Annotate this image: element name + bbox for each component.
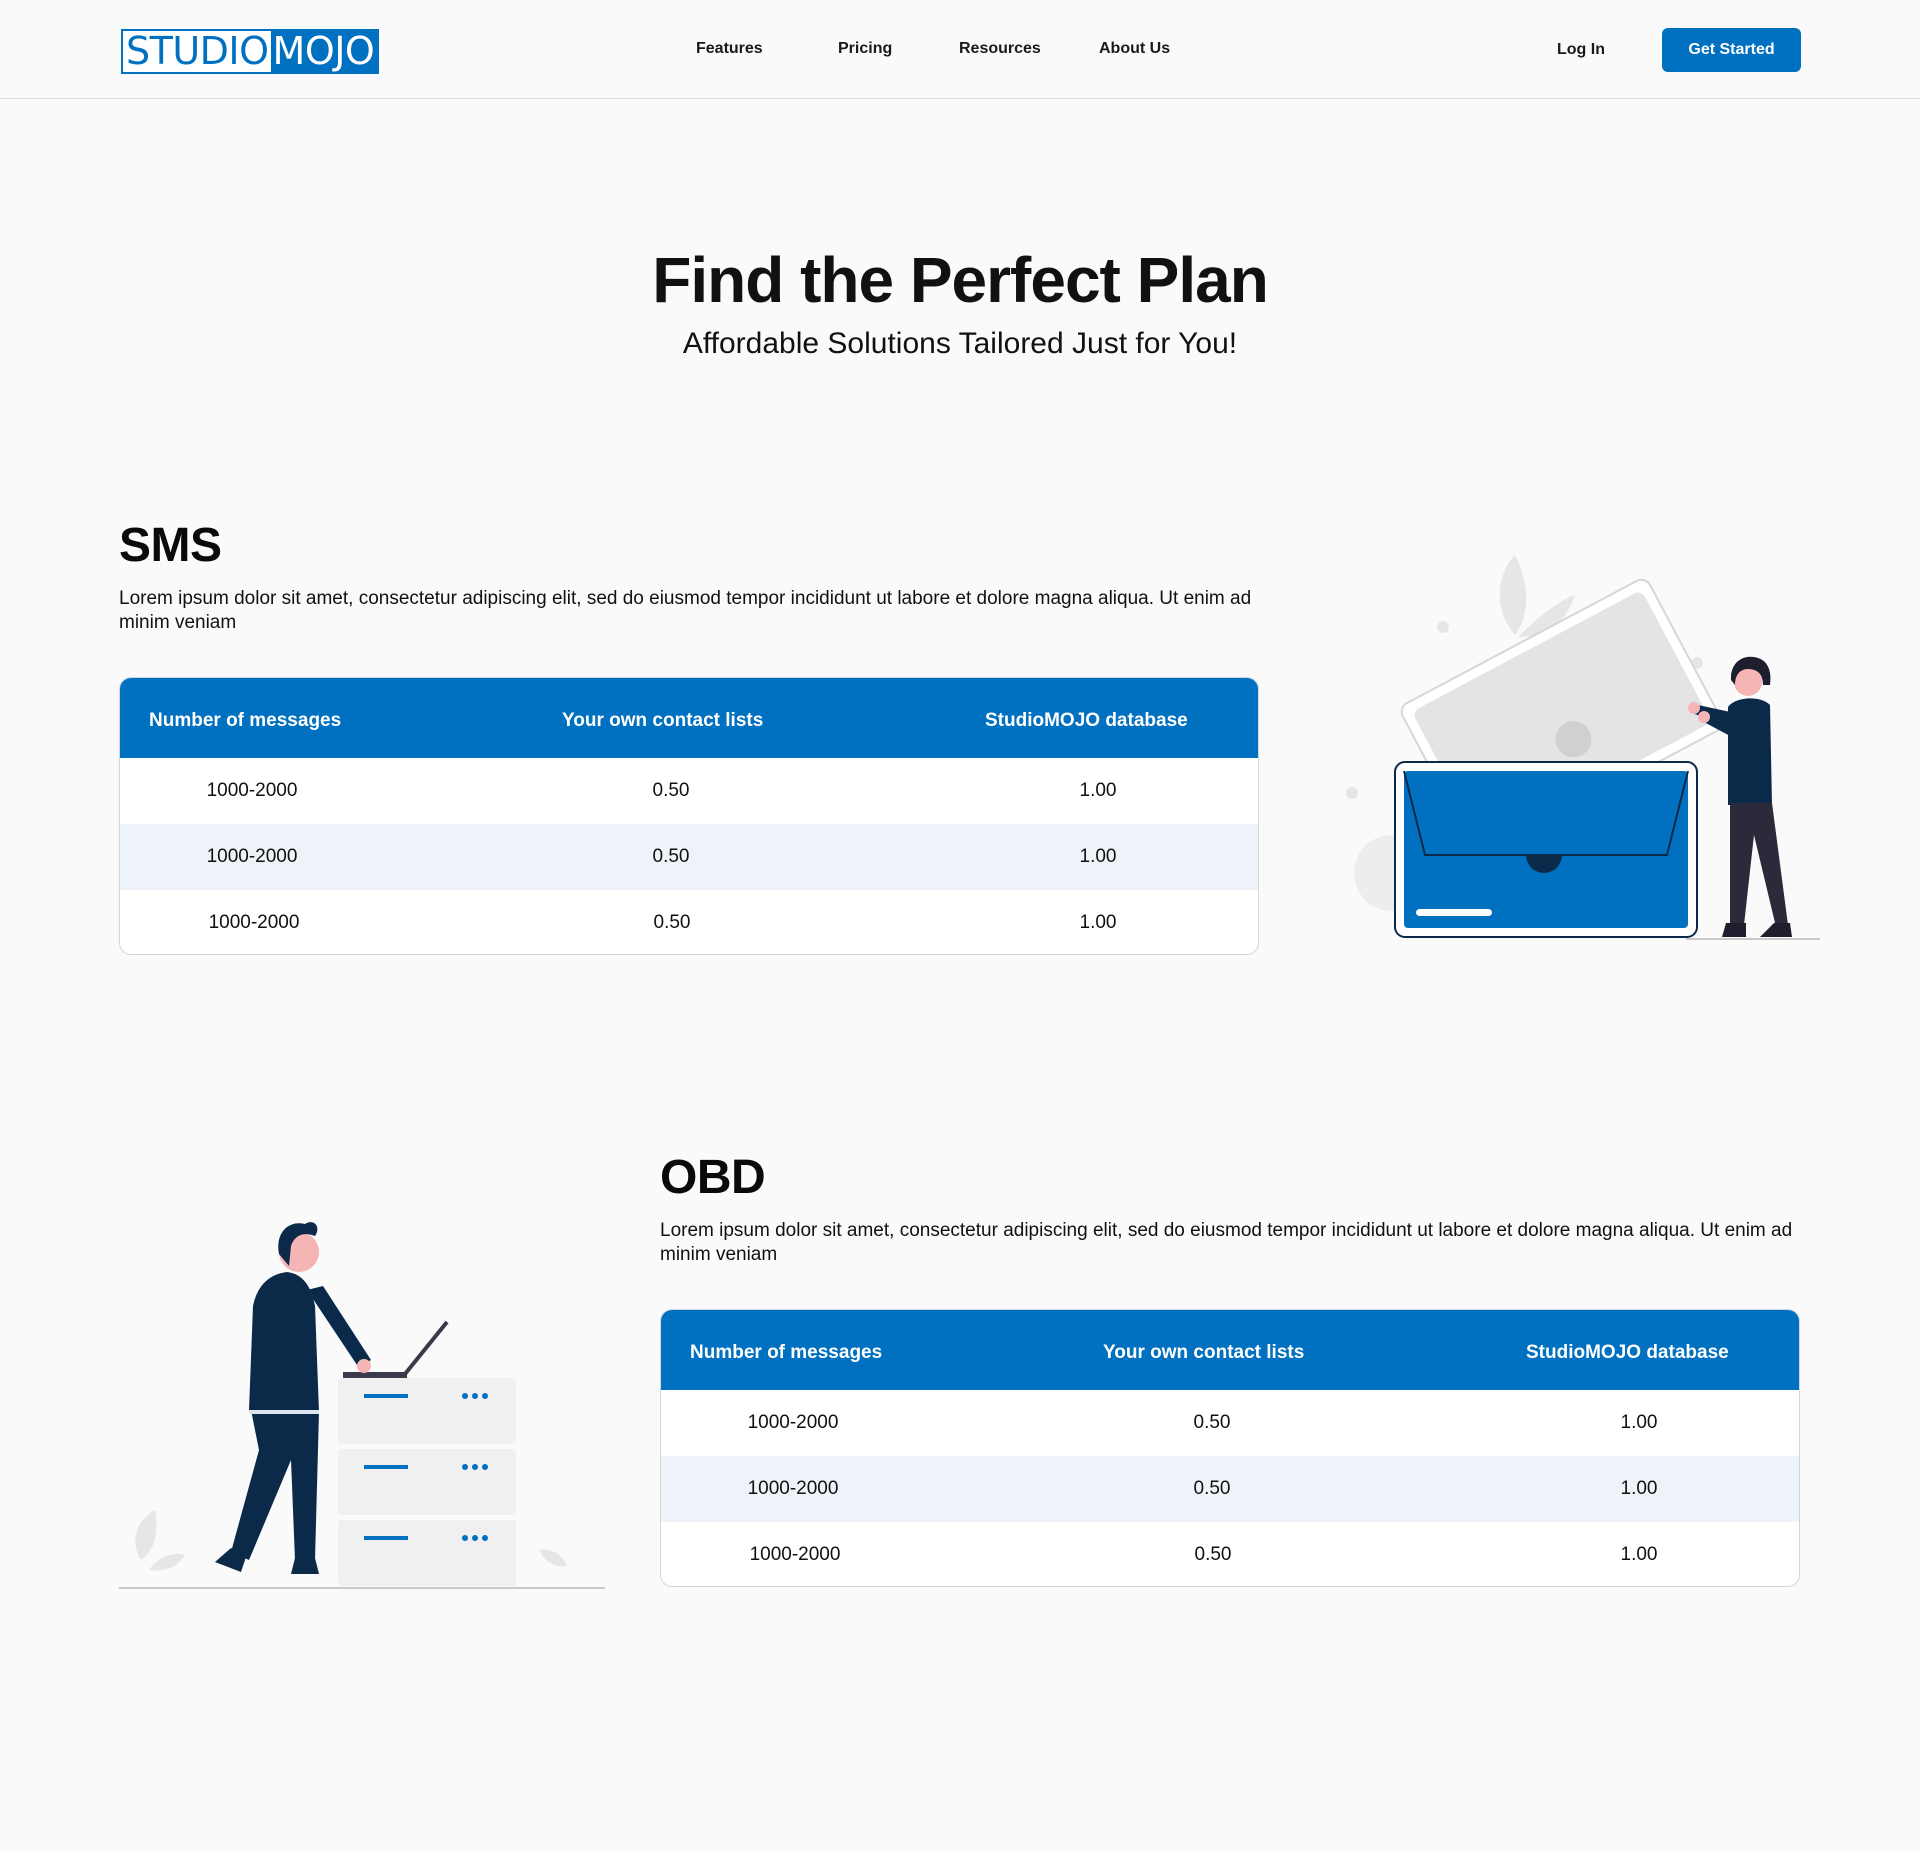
get-started-button[interactable]: Get Started xyxy=(1662,28,1801,72)
nav-about-us[interactable]: About Us xyxy=(1099,40,1170,58)
obd-section-description: Lorem ipsum dolor sit amet, consectetur … xyxy=(660,1220,1793,1265)
cell-database-price: 1.00 xyxy=(1620,1544,1658,1565)
cell-messages: 1000-2000 xyxy=(206,780,298,801)
cell-messages: 1000-2000 xyxy=(208,912,300,933)
cell-own-contacts-price: 0.50 xyxy=(652,846,690,867)
table-row: 1000-2000 0.50 1.00 xyxy=(120,890,1258,954)
table-row: 1000-2000 0.50 1.00 xyxy=(120,758,1258,824)
sms-section-title: SMS xyxy=(119,519,222,572)
login-link[interactable]: Log In xyxy=(1557,41,1605,59)
column-header-messages: Number of messages xyxy=(149,710,342,731)
obd-section-title: OBD xyxy=(660,1151,766,1204)
table-header: Number of messages Your own contact list… xyxy=(120,678,1258,758)
cell-own-contacts-price: 0.50 xyxy=(652,780,690,801)
nav-pricing[interactable]: Pricing xyxy=(838,40,892,58)
cell-database-price: 1.00 xyxy=(1620,1478,1658,1499)
cell-messages: 1000-2000 xyxy=(206,846,298,867)
cell-database-price: 1.00 xyxy=(1079,846,1117,867)
logo-text-studio: STUDIO xyxy=(123,31,271,72)
site-header: STUDIO MOJO Features Pricing Resources Ab… xyxy=(0,0,1920,99)
cell-own-contacts-price: 0.50 xyxy=(653,912,691,933)
obd-pricing-table: Number of messages Your own contact list… xyxy=(660,1309,1800,1587)
server-laptop-person-illustration xyxy=(119,1222,605,1589)
studiomojo-logo[interactable]: STUDIO MOJO xyxy=(121,29,380,74)
column-header-own-contacts: Your own contact lists xyxy=(1103,1342,1305,1363)
cell-messages: 1000-2000 xyxy=(747,1412,839,1433)
column-header-studiomojo-database: StudioMOJO database xyxy=(1526,1342,1729,1363)
column-header-messages: Number of messages xyxy=(690,1342,883,1363)
cell-own-contacts-price: 0.50 xyxy=(1193,1478,1231,1499)
table-row: 1000-2000 0.50 1.00 xyxy=(661,1456,1799,1522)
cell-messages: 1000-2000 xyxy=(749,1544,841,1565)
table-header: Number of messages Your own contact list… xyxy=(661,1310,1799,1390)
cell-database-price: 1.00 xyxy=(1620,1412,1658,1433)
cell-messages: 1000-2000 xyxy=(747,1478,839,1499)
column-header-own-contacts: Your own contact lists xyxy=(562,710,764,731)
table-row: 1000-2000 0.50 1.00 xyxy=(120,824,1258,890)
sms-pricing-table: Number of messages Your own contact list… xyxy=(119,677,1259,955)
nav-resources[interactable]: Resources xyxy=(959,40,1041,58)
table-row: 1000-2000 0.50 1.00 xyxy=(661,1522,1799,1586)
nav-features[interactable]: Features xyxy=(696,40,763,58)
table-row: 1000-2000 0.50 1.00 xyxy=(661,1390,1799,1456)
envelope-person-illustration xyxy=(1346,555,1820,940)
cell-database-price: 1.00 xyxy=(1079,912,1117,933)
column-header-studiomojo-database: StudioMOJO database xyxy=(985,710,1188,731)
page-subtitle: Affordable Solutions Tailored Just for Y… xyxy=(682,327,1238,360)
cell-own-contacts-price: 0.50 xyxy=(1194,1544,1232,1565)
page-title: Find the Perfect Plan xyxy=(652,244,1269,316)
logo-text-mojo: MOJO xyxy=(270,31,378,72)
cell-database-price: 1.00 xyxy=(1079,780,1117,801)
sms-section-description: Lorem ipsum dolor sit amet, consectetur … xyxy=(119,588,1252,633)
cell-own-contacts-price: 0.50 xyxy=(1193,1412,1231,1433)
